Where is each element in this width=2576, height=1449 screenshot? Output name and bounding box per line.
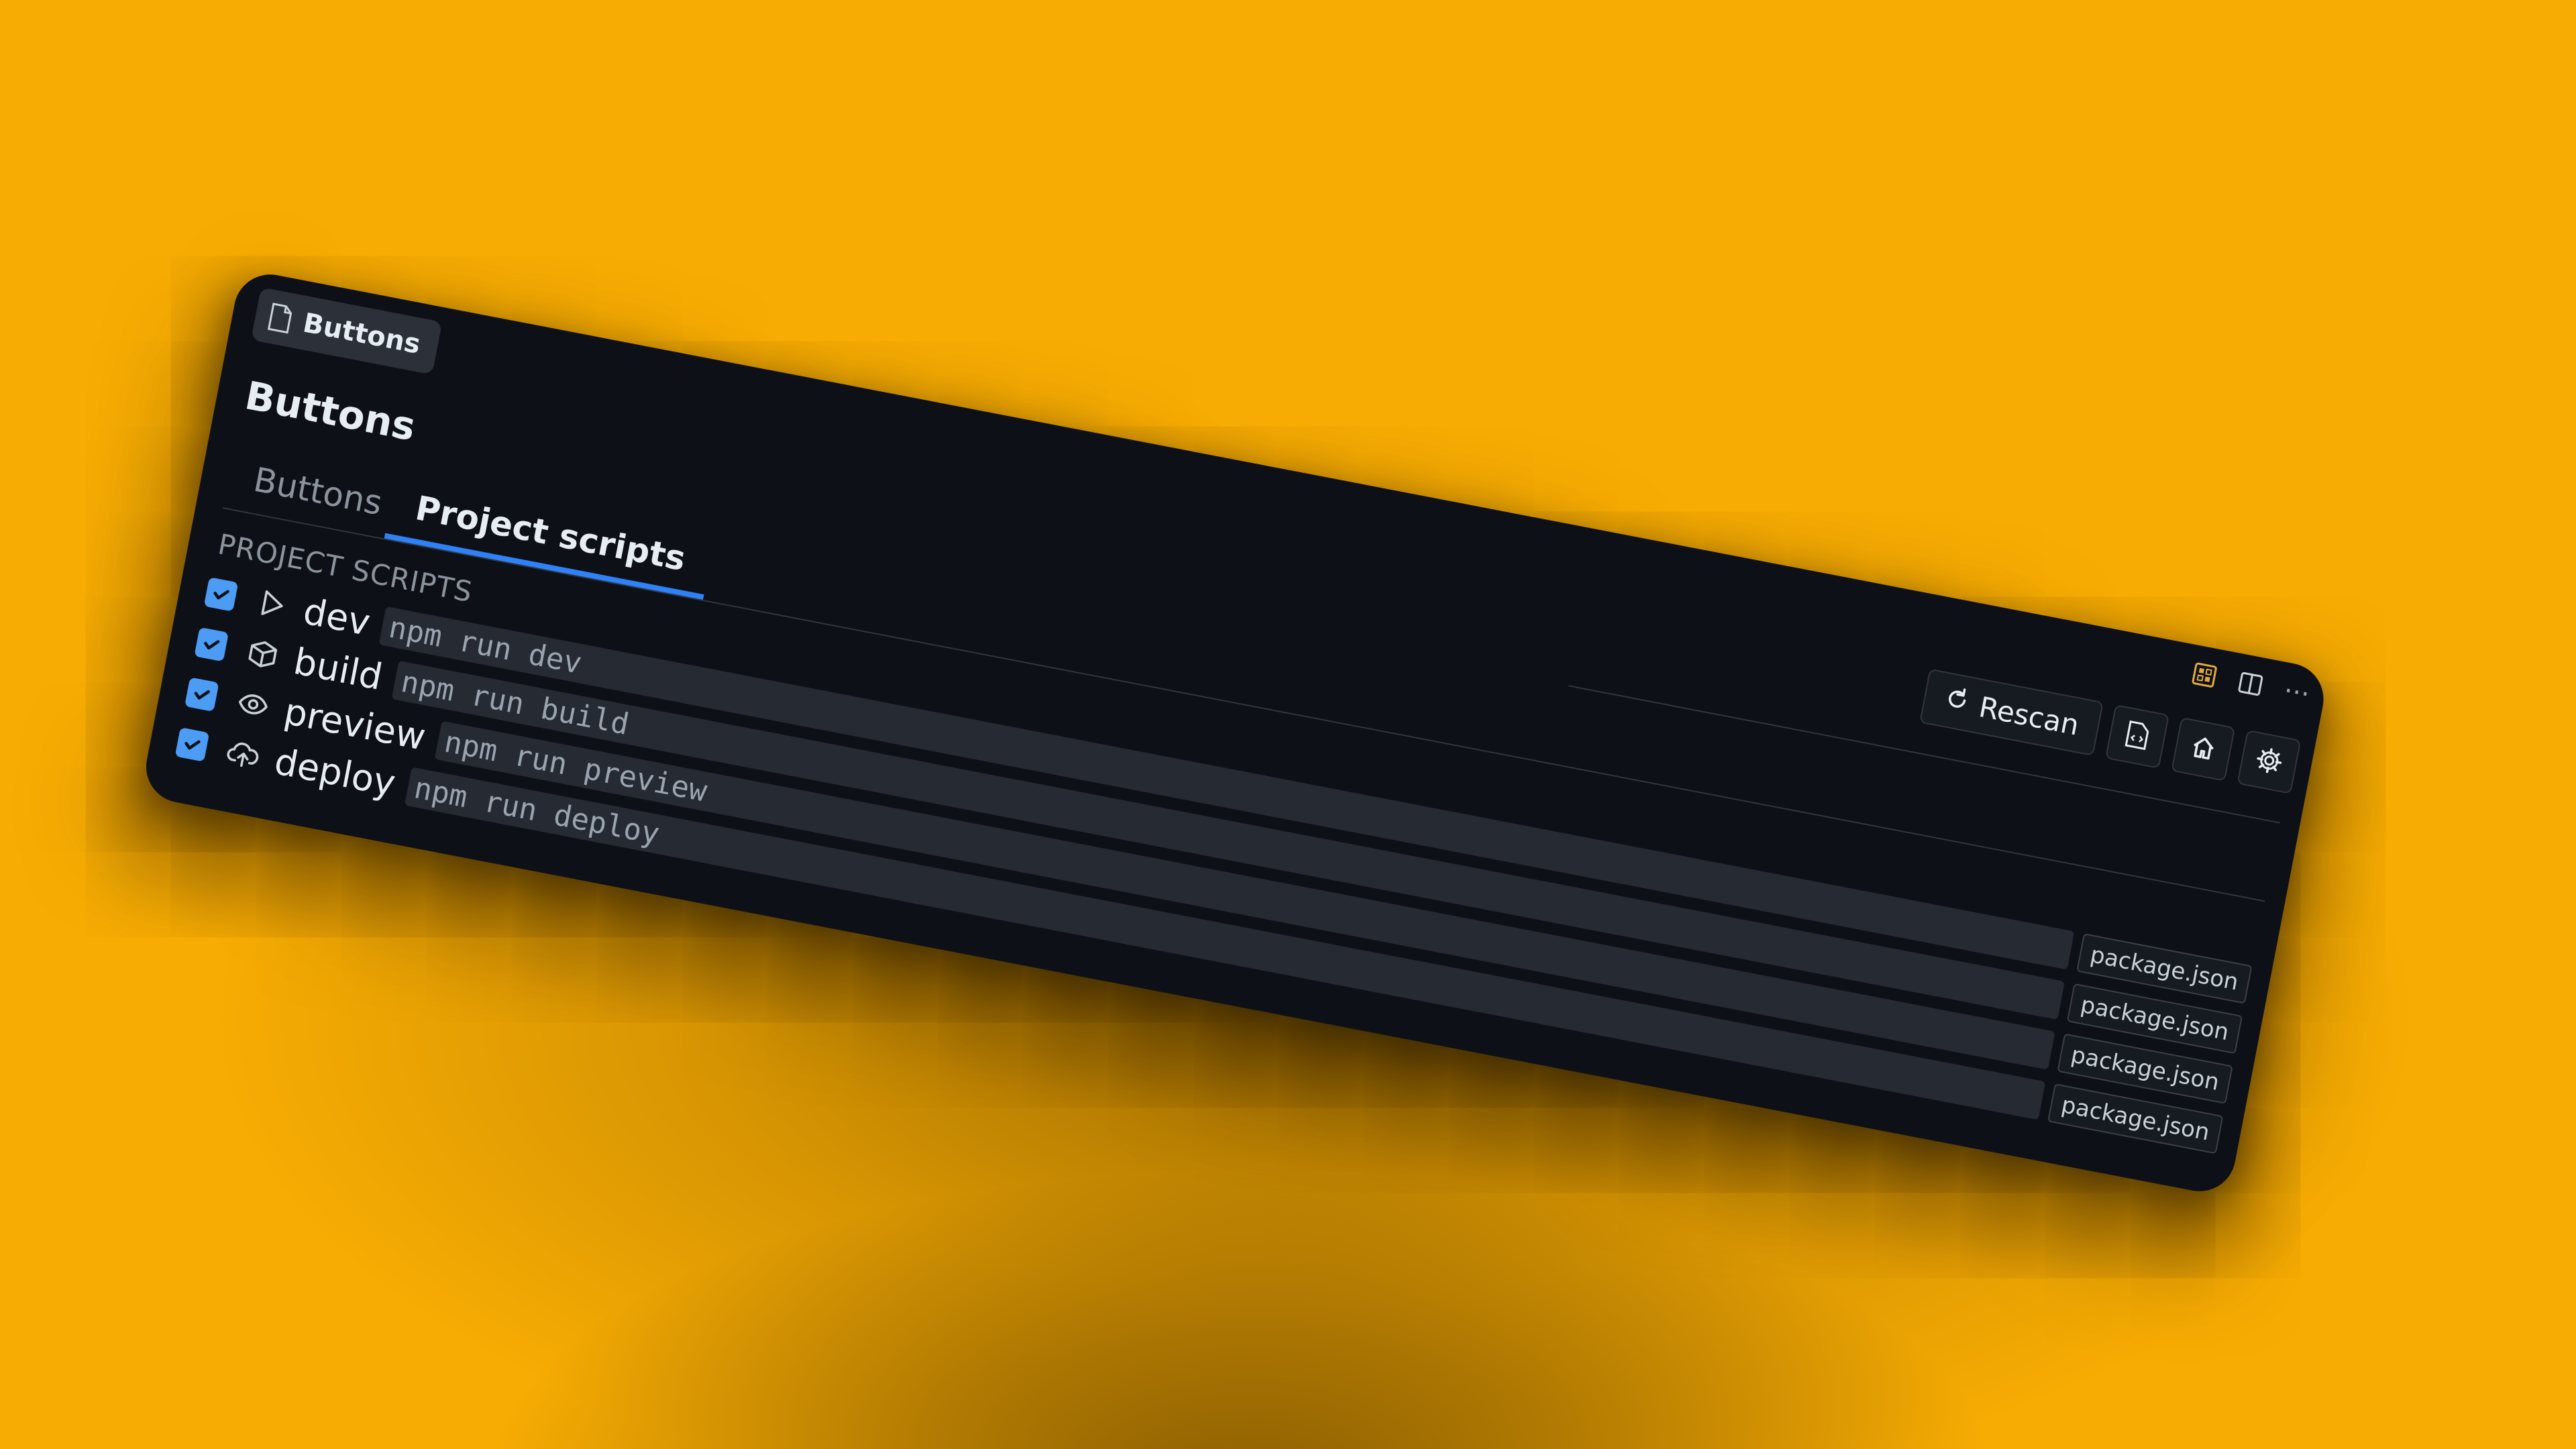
rescan-label: Rescan [1976, 690, 2082, 742]
extension-icon[interactable] [2189, 659, 2220, 691]
home-icon [2188, 733, 2218, 765]
tab-buttons[interactable]: Buttons [223, 441, 413, 541]
open-file-button[interactable] [2104, 704, 2170, 769]
rescan-button[interactable]: Rescan [1919, 668, 2104, 757]
settings-button[interactable] [2237, 729, 2302, 794]
code-file-icon [2123, 720, 2151, 753]
more-actions-icon[interactable]: ··· [2281, 676, 2312, 710]
editor-tab-label: Buttons [301, 307, 423, 360]
script-checkbox[interactable] [194, 627, 229, 662]
script-row-preview: preview npm run preview package.json [182, 667, 2234, 1110]
refresh-icon [1941, 683, 1972, 720]
home-button[interactable] [2171, 716, 2236, 782]
editor-tab[interactable]: Buttons [251, 287, 443, 375]
desktop-background: Buttons ··· Rescan Buttons Buttons Proje… [0, 0, 2576, 1449]
script-checkbox[interactable] [174, 727, 210, 762]
page-title: Buttons [241, 372, 419, 450]
split-editor-icon[interactable] [2235, 668, 2266, 700]
play-icon [252, 586, 292, 622]
eye-icon [233, 689, 272, 719]
scripts-panel: Buttons ··· Rescan Buttons Buttons Proje… [140, 268, 2330, 1197]
script-checkbox[interactable] [203, 577, 239, 612]
cloud-upload-icon [224, 737, 264, 771]
script-checkbox[interactable] [184, 677, 219, 712]
script-name: dev [300, 589, 374, 644]
file-icon [266, 302, 294, 334]
gear-icon [2253, 745, 2286, 779]
package-icon [243, 637, 282, 672]
panel-toolbar: ··· [2189, 659, 2312, 710]
